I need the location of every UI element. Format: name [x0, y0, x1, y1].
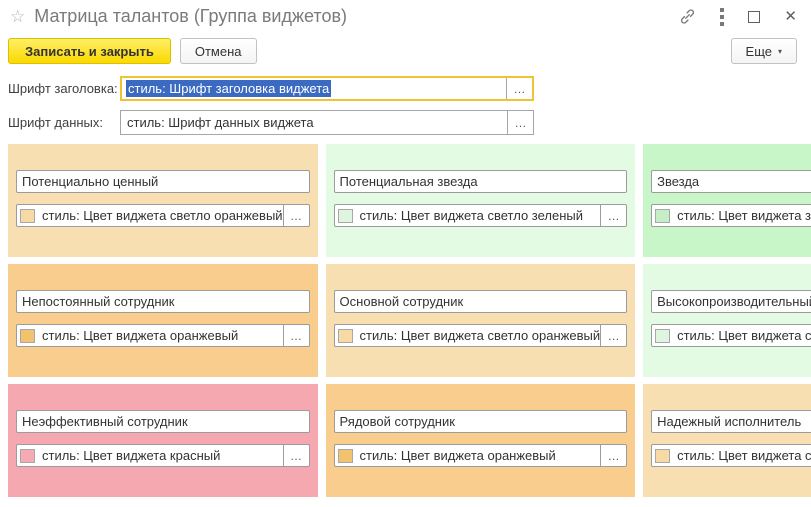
data-font-row: Шрифт данных: стиль: Шрифт данных виджет… [8, 110, 811, 135]
widget-card-ineffective-employee: стиль: Цвет виджета красный … [8, 384, 318, 497]
widget-card-potentially-valuable: стиль: Цвет виджета светло оранжевый … [8, 144, 318, 257]
widget-title-input[interactable] [651, 410, 811, 433]
title-font-picker-button[interactable]: … [506, 78, 532, 99]
color-swatch [655, 209, 670, 223]
widget-color-field[interactable]: стиль: Цвет виджета светло оранжевый … [334, 324, 628, 347]
widget-title-input[interactable] [651, 290, 811, 313]
more-button-label: Еще [746, 44, 772, 59]
cancel-button[interactable]: Отмена [180, 38, 257, 64]
color-swatch [338, 329, 353, 343]
color-swatch [338, 209, 353, 223]
favorite-star-icon[interactable]: ☆ [10, 8, 25, 25]
widget-card-potential-star: стиль: Цвет виджета светло зеленый … [326, 144, 636, 257]
widget-card-star: стиль: Цвет виджета зеленый … [643, 144, 811, 257]
window-menu-icon[interactable] [720, 8, 724, 26]
widget-color-field[interactable]: стиль: Цвет виджета светло оранжевый … [16, 204, 310, 227]
color-swatch [20, 449, 35, 463]
title-font-row: Шрифт заголовка: стиль: Шрифт заголовка … [8, 76, 811, 101]
color-picker-button[interactable]: … [283, 205, 309, 226]
widget-card-inconsistent-employee: стиль: Цвет виджета оранжевый … [8, 264, 318, 377]
color-swatch [655, 449, 670, 463]
color-swatch [20, 329, 35, 343]
widget-card-average-employee: стиль: Цвет виджета оранжевый … [326, 384, 636, 497]
color-value: стиль: Цвет виджета оранжевый [360, 448, 601, 463]
title-font-label: Шрифт заголовка: [8, 81, 120, 96]
title-font-value: стиль: Шрифт заголовка виджета [126, 80, 331, 97]
data-font-picker-button[interactable]: … [507, 111, 533, 134]
color-swatch [20, 209, 35, 223]
color-picker-button[interactable]: … [600, 205, 626, 226]
title-font-input[interactable]: стиль: Шрифт заголовка виджета … [120, 76, 534, 101]
widget-color-field[interactable]: стиль: Цвет виджета оранжевый … [334, 444, 628, 467]
widget-title-input[interactable] [334, 170, 628, 193]
color-value: стиль: Цвет виджета светло зеленый [360, 208, 601, 223]
data-font-label: Шрифт данных: [8, 115, 120, 130]
color-swatch [655, 329, 670, 343]
save-and-close-button[interactable]: Записать и закрыть [8, 38, 171, 64]
color-value: стиль: Цвет виджета красный [42, 448, 283, 463]
widget-color-field[interactable]: стиль: Цвет виджета красный … [16, 444, 310, 467]
color-picker-button[interactable]: … [600, 445, 626, 466]
widget-title-input[interactable] [334, 410, 628, 433]
widget-title-input[interactable] [16, 170, 310, 193]
widget-title-input[interactable] [16, 410, 310, 433]
link-icon[interactable] [679, 8, 696, 25]
widget-color-field[interactable]: стиль: Цвет виджета зеленый … [651, 204, 811, 227]
color-picker-button[interactable]: … [600, 325, 626, 346]
color-value: стиль: Цвет виджета светло оранжевый [360, 328, 601, 343]
color-picker-button[interactable]: … [283, 445, 309, 466]
widget-matrix-grid: стиль: Цвет виджета светло оранжевый … с… [8, 144, 780, 497]
widget-card-reliable-performer: стиль: Цвет виджета светло оранжевый … [643, 384, 811, 497]
widget-color-field[interactable]: стиль: Цвет виджета светло зеленый … [334, 204, 628, 227]
more-button[interactable]: Еще ▾ [731, 38, 797, 64]
widget-color-field[interactable]: стиль: Цвет виджета светло зеленый … [651, 324, 811, 347]
color-value: стиль: Цвет виджета светло зеленый [677, 328, 811, 343]
widget-title-input[interactable] [651, 170, 811, 193]
window-title: Матрица талантов (Группа виджетов) [34, 6, 679, 27]
data-font-input[interactable]: стиль: Шрифт данных виджета … [120, 110, 534, 135]
close-icon[interactable]: ✕ [784, 9, 797, 24]
color-swatch [338, 449, 353, 463]
data-font-value: стиль: Шрифт данных виджета [125, 114, 316, 131]
command-bar: Записать и закрыть Отмена Еще ▾ [0, 33, 811, 70]
maximize-icon[interactable] [748, 11, 760, 23]
window-controls: ✕ [679, 8, 797, 26]
widget-title-input[interactable] [16, 290, 310, 313]
titlebar: ☆ Матрица талантов (Группа виджетов) ✕ [0, 0, 811, 33]
widget-card-high-performer: стиль: Цвет виджета светло зеленый … [643, 264, 811, 377]
widget-title-input[interactable] [334, 290, 628, 313]
widget-color-field[interactable]: стиль: Цвет виджета оранжевый … [16, 324, 310, 347]
color-value: стиль: Цвет виджета оранжевый [42, 328, 283, 343]
color-value: стиль: Цвет виджета светло оранжевый [42, 208, 283, 223]
widget-color-field[interactable]: стиль: Цвет виджета светло оранжевый … [651, 444, 811, 467]
color-value: стиль: Цвет виджета зеленый [677, 208, 811, 223]
color-picker-button[interactable]: … [283, 325, 309, 346]
dropdown-arrow-icon: ▾ [778, 47, 782, 56]
color-value: стиль: Цвет виджета светло оранжевый [677, 448, 811, 463]
font-settings: Шрифт заголовка: стиль: Шрифт заголовка … [0, 70, 811, 135]
widget-card-core-employee: стиль: Цвет виджета светло оранжевый … [326, 264, 636, 377]
